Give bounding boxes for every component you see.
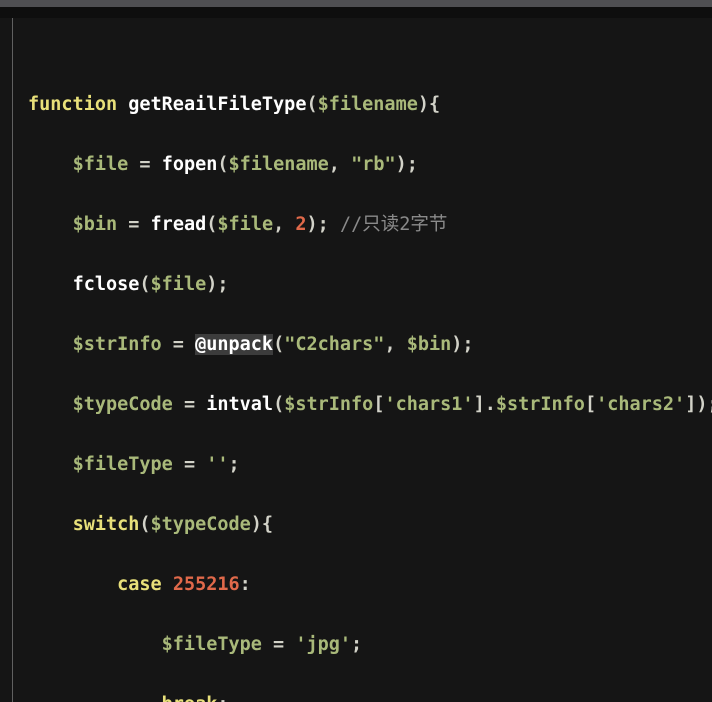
variable: $filename xyxy=(228,154,329,175)
variable: $file xyxy=(150,274,207,295)
function-name: getReailFileType xyxy=(128,94,307,115)
string-literal: 'chars1' xyxy=(384,394,474,415)
variable: $fileType xyxy=(161,634,262,655)
number-literal: 255216 xyxy=(172,574,240,595)
variable: $typeCode xyxy=(150,514,251,535)
code-line[interactable]: break; xyxy=(0,690,712,702)
string-literal: 'jpg' xyxy=(295,634,352,655)
code-line[interactable]: $file = fopen($filename, "rb"); xyxy=(0,150,712,180)
string-literal: "rb" xyxy=(351,154,396,175)
keyword-switch: switch xyxy=(72,514,140,535)
code-block[interactable]: function getReailFileType($filename){ $f… xyxy=(0,18,712,702)
code-line[interactable]: $typeCode = intval($strInfo['chars1'].$s… xyxy=(0,390,712,420)
code-line[interactable]: $fileType = ''; xyxy=(0,450,712,480)
variable: $bin xyxy=(406,334,452,355)
builtin-function: fread xyxy=(150,214,207,235)
variable: $bin xyxy=(72,214,118,235)
code-line[interactable]: $strInfo = @unpack("C2chars", $bin); xyxy=(0,330,712,360)
variable: $file xyxy=(72,154,129,175)
number-literal: 2 xyxy=(295,214,307,235)
code-line[interactable]: fclose($file); xyxy=(0,270,712,300)
builtin-function: intval xyxy=(206,394,274,415)
variable: $strInfo xyxy=(284,394,374,415)
highlighted-token-unpack[interactable]: @unpack xyxy=(195,334,274,355)
code-line[interactable]: $bin = fread($file, 2); //只读2字节 xyxy=(0,210,712,240)
variable: $typeCode xyxy=(72,394,173,415)
string-literal: '' xyxy=(206,454,229,475)
variable: $strInfo xyxy=(72,334,162,355)
variable: $filename xyxy=(317,94,418,115)
code-editor-surface[interactable]: function getReailFileType($filename){ $f… xyxy=(0,18,712,702)
builtin-function: fclose xyxy=(72,274,140,295)
window-title-bar xyxy=(0,0,712,7)
code-line[interactable]: $fileType = 'jpg'; xyxy=(0,630,712,660)
title-bar-shadow xyxy=(0,7,712,18)
code-line[interactable]: function getReailFileType($filename){ xyxy=(0,90,712,120)
code-line[interactable]: case 255216: xyxy=(0,570,712,600)
variable: $file xyxy=(217,214,274,235)
code-comment: //只读2字节 xyxy=(339,214,448,235)
code-viewer-window: function getReailFileType($filename){ $f… xyxy=(0,0,712,702)
variable: $strInfo xyxy=(495,394,585,415)
keyword-break: break xyxy=(162,694,218,702)
string-literal: 'chars2' xyxy=(596,394,686,415)
variable: $fileType xyxy=(72,454,173,475)
builtin-function: fopen xyxy=(161,154,218,175)
keyword-case: case xyxy=(117,574,162,595)
keyword-function: function xyxy=(28,94,118,115)
code-line[interactable]: switch($typeCode){ xyxy=(0,510,712,540)
string-literal: "C2chars" xyxy=(284,334,385,355)
